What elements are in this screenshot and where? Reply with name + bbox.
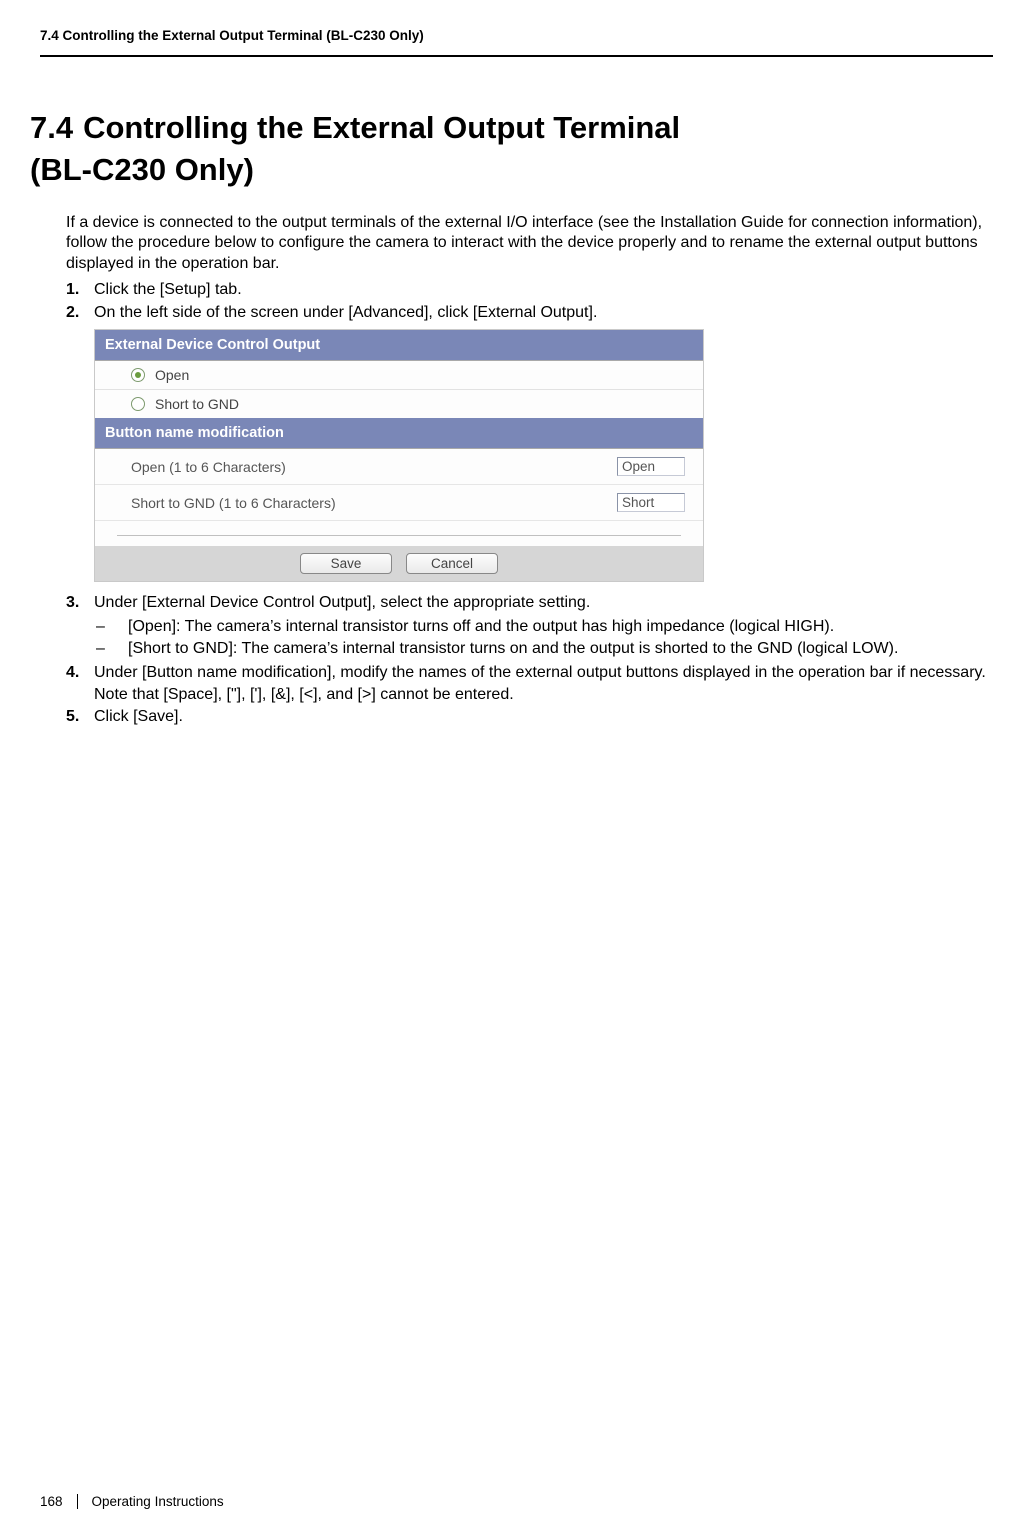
step-3-number: 3. <box>66 592 94 661</box>
step-3-text: Under [External Device Control Output], … <box>94 594 590 611</box>
form-row-short: Short to GND (1 to 6 Characters) <box>95 485 703 521</box>
external-output-panel: External Device Control Output Open Shor… <box>94 329 704 582</box>
open-label: Open (1 to 6 Characters) <box>131 459 617 475</box>
radio-row-open[interactable]: Open <box>95 361 703 390</box>
dash-icon: – <box>94 616 128 638</box>
radio-open[interactable] <box>131 368 145 382</box>
page-number: 168 <box>40 1494 78 1509</box>
intro-paragraph: If a device is connected to the output t… <box>66 213 987 275</box>
steps-list: 1. Click the [Setup] tab. 2. On the left… <box>66 279 987 323</box>
step-3-sub-b: – [Short to GND]: The camera’s internal … <box>94 638 987 660</box>
page-footer: 168 Operating Instructions <box>40 1494 224 1509</box>
step-1-text: Click the [Setup] tab. <box>94 279 987 301</box>
step-3: 3. Under [External Device Control Output… <box>66 592 987 661</box>
step-4-number: 4. <box>66 662 94 705</box>
running-header: 7.4 Controlling the External Output Term… <box>40 28 993 57</box>
title-line-1: Controlling the External Output Terminal <box>83 110 680 145</box>
step-3-sub-a-text: [Open]: The camera’s internal transistor… <box>128 616 834 638</box>
step-2: 2. On the left side of the screen under … <box>66 302 987 324</box>
step-1-number: 1. <box>66 279 94 301</box>
steps-list-cont: 3. Under [External Device Control Output… <box>66 592 987 728</box>
save-button[interactable]: Save <box>300 553 392 574</box>
panel-header-button-name: Button name modification <box>95 418 703 449</box>
radio-short-gnd[interactable] <box>131 397 145 411</box>
step-2-text: On the left side of the screen under [Ad… <box>94 302 987 324</box>
step-5-text: Click [Save]. <box>94 706 987 728</box>
title-line-2: (BL-C230 Only) <box>30 152 254 187</box>
dash-icon: – <box>94 638 128 660</box>
cancel-button[interactable]: Cancel <box>406 553 498 574</box>
button-bar: Save Cancel <box>95 546 703 581</box>
divider-zone <box>95 521 703 546</box>
step-4-text: Under [Button name modification], modify… <box>94 662 987 705</box>
step-3-sub-b-text: [Short to GND]: The camera’s internal tr… <box>128 638 898 660</box>
section-number: 7.4 <box>30 110 73 145</box>
panel-header-control-output: External Device Control Output <box>95 330 703 361</box>
step-2-number: 2. <box>66 302 94 324</box>
step-1: 1. Click the [Setup] tab. <box>66 279 987 301</box>
radio-short-gnd-label: Short to GND <box>155 396 239 412</box>
step-5: 5. Click [Save]. <box>66 706 987 728</box>
radio-open-label: Open <box>155 367 189 383</box>
step-5-number: 5. <box>66 706 94 728</box>
step-3-sub-a: – [Open]: The camera’s internal transist… <box>94 616 987 638</box>
open-input[interactable] <box>617 457 685 476</box>
doc-title: Operating Instructions <box>92 1494 224 1509</box>
section-title: 7.4 Controlling the External Output Termi… <box>30 107 993 191</box>
step-4: 4. Under [Button name modification], mod… <box>66 662 987 705</box>
form-row-open: Open (1 to 6 Characters) <box>95 449 703 485</box>
short-input[interactable] <box>617 493 685 512</box>
short-label: Short to GND (1 to 6 Characters) <box>131 495 617 511</box>
radio-row-short-gnd[interactable]: Short to GND <box>95 390 703 418</box>
